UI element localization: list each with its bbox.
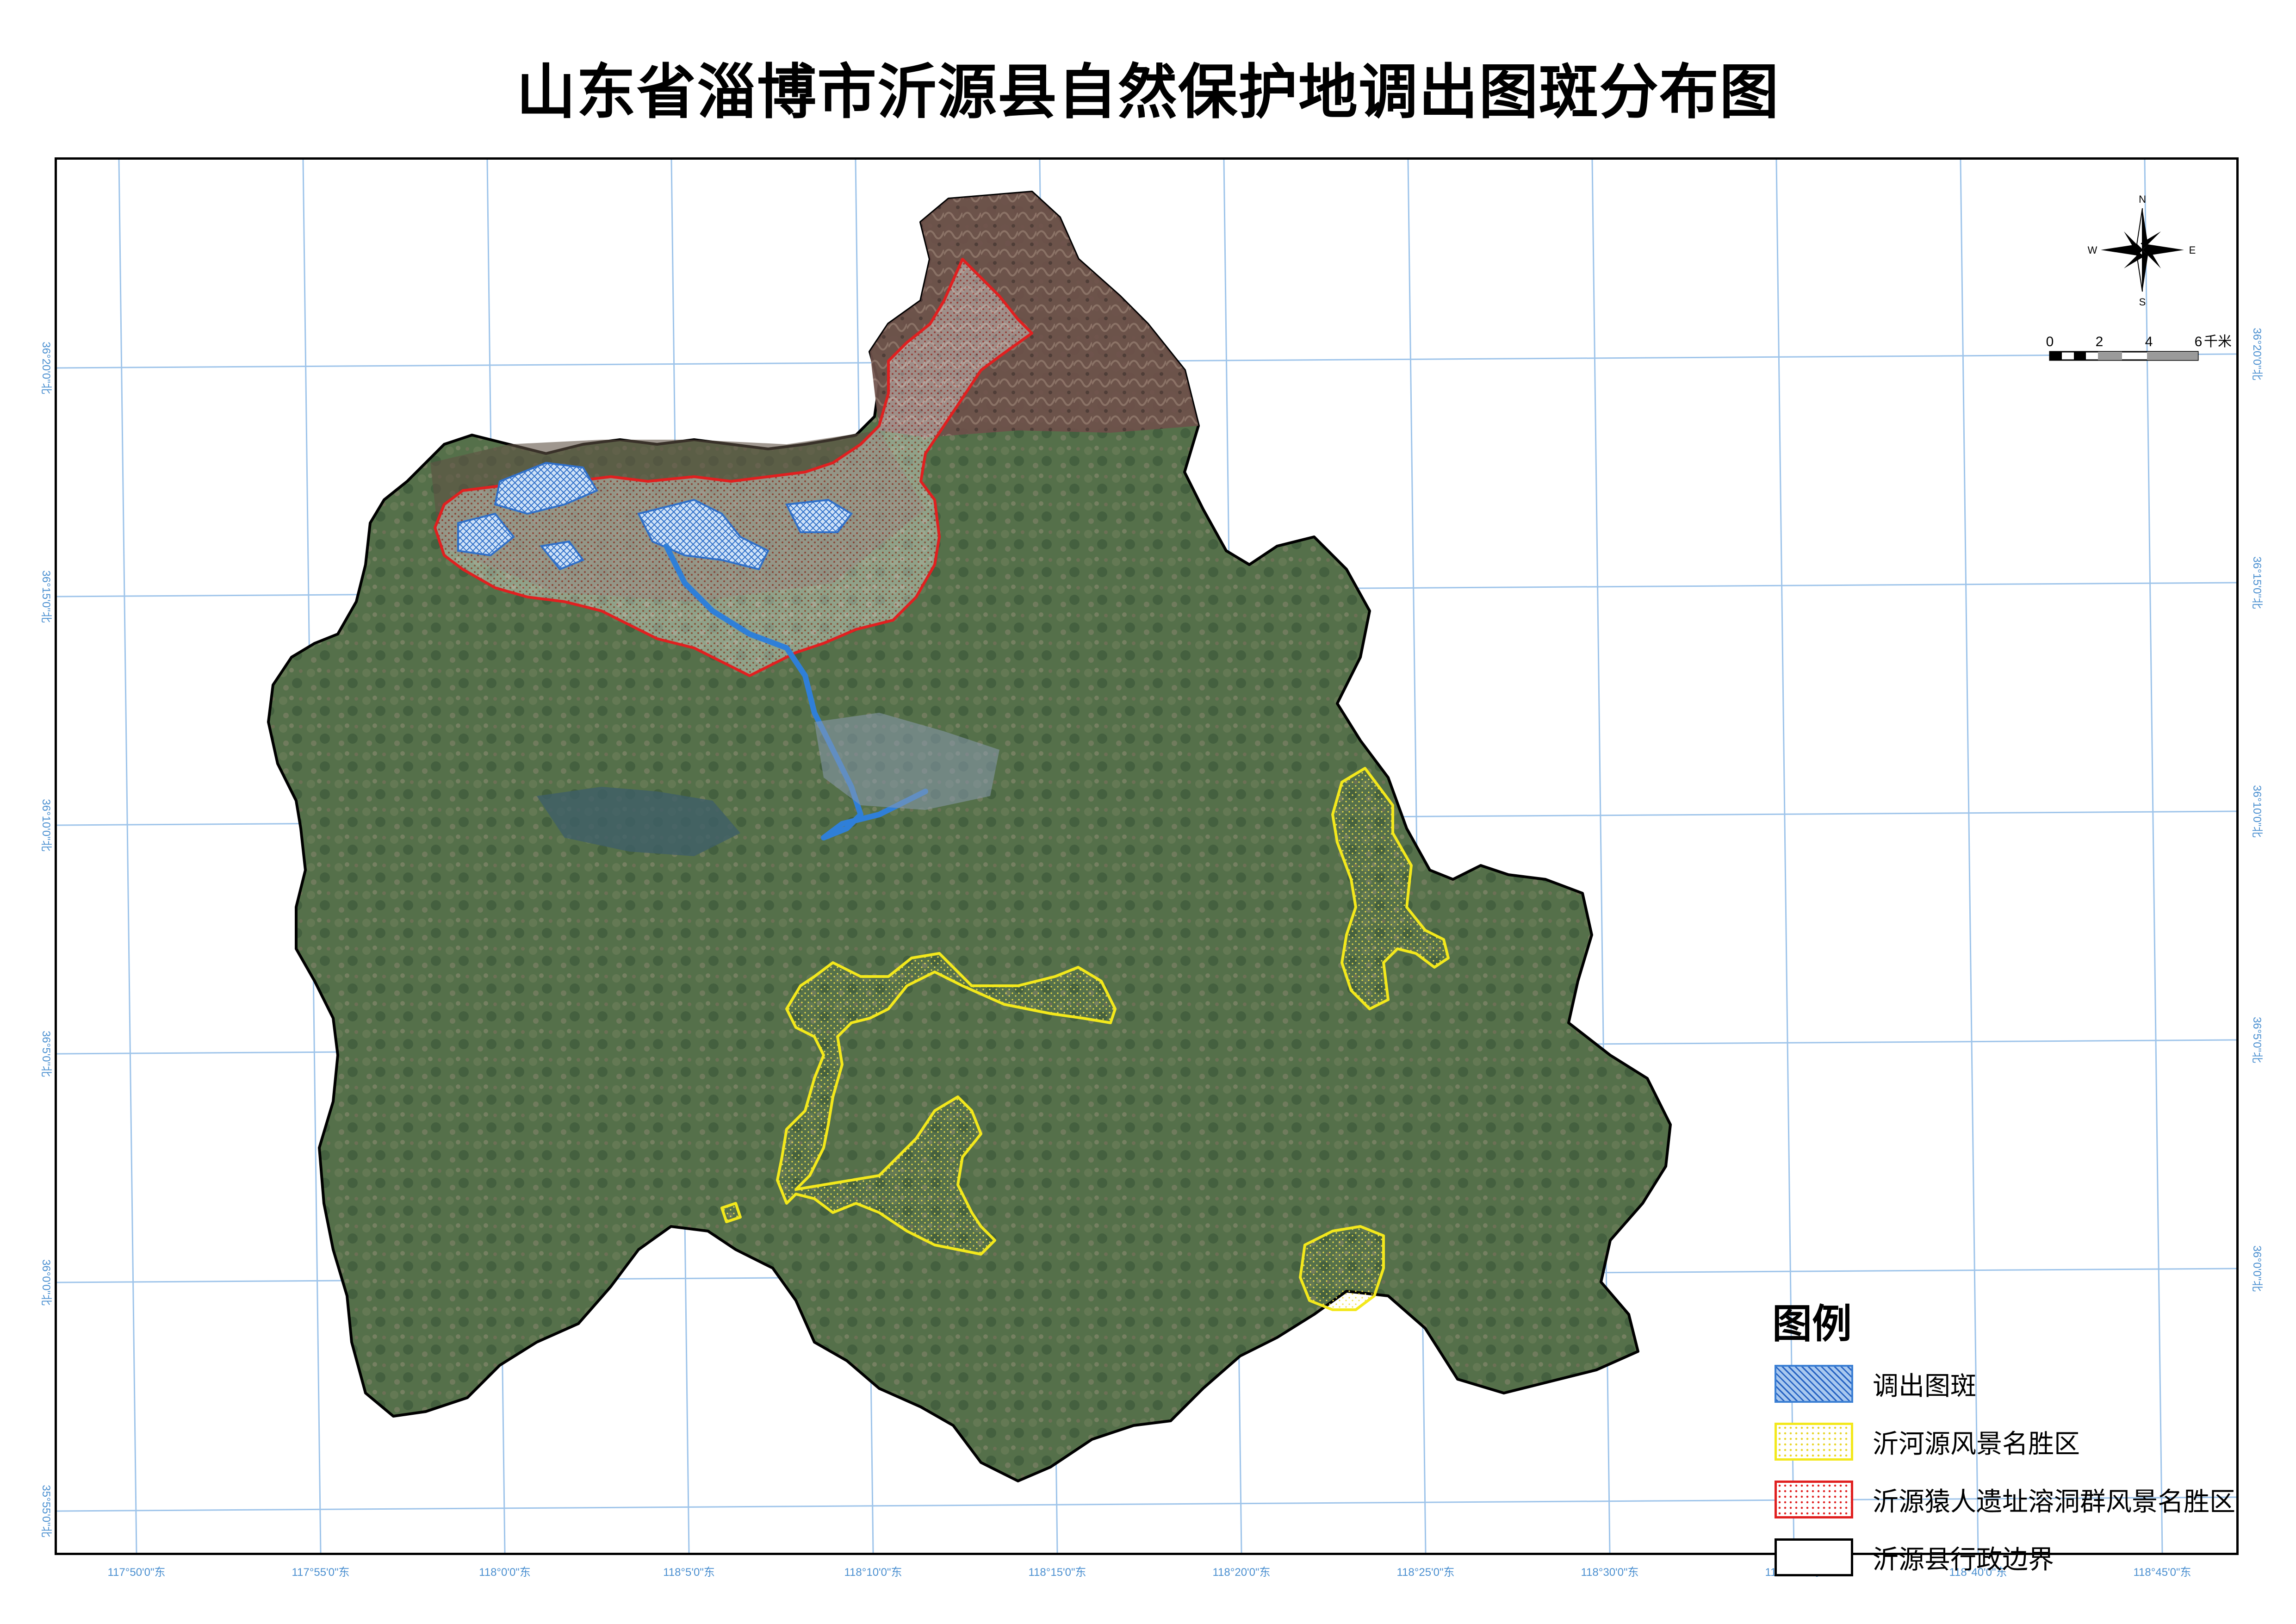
- meridian-label: 118°10'0"东: [844, 1566, 902, 1579]
- legend-item-yiheyuan: 沂河源风景名胜区: [1775, 1419, 2080, 1465]
- parallel-label-left: 36°15'0"北: [40, 570, 52, 622]
- legend-title: 图例: [1772, 1301, 1852, 1347]
- legend-swatch-red: [1775, 1481, 1853, 1518]
- scale-bar: 0 2 4 6 千米: [2046, 334, 2232, 361]
- compass-s: S: [2139, 296, 2146, 308]
- scale-unit: 千米: [2204, 334, 2232, 349]
- legend-label-yuanren: 沂源猿人遗址溶洞群风景名胜区: [1873, 1487, 2235, 1517]
- legend-item-boundary: 沂源县行政边界: [1775, 1534, 2054, 1580]
- scale-label-2: 2: [2096, 334, 2104, 349]
- parallel-label-left: 35°55'0"北: [40, 1485, 52, 1537]
- meridian-label: 118°5'0"东: [663, 1566, 715, 1579]
- meridian-label: 118°25'0"东: [1396, 1566, 1454, 1579]
- meridian-label: 118°15'0"东: [1028, 1566, 1086, 1579]
- north-arrow: N S E W: [2088, 193, 2196, 308]
- legend-label-boundary: 沂源县行政边界: [1873, 1544, 2054, 1575]
- parallel-label-left: 36°10'0"北: [40, 799, 52, 851]
- legend-swatch-yellow: [1775, 1423, 1853, 1461]
- parallel-label-left: 36°20'0"北: [40, 342, 52, 394]
- legend-item-removed: 调出图斑: [1775, 1361, 1976, 1407]
- legend-swatch-crosshatch: [1775, 1365, 1853, 1403]
- scale-label-6: 6: [2195, 334, 2203, 349]
- compass-w: W: [2088, 244, 2097, 256]
- meridian-label: 117°55'0"东: [292, 1566, 349, 1579]
- legend-item-yuanren: 沂源猿人遗址溶洞群风景名胜区: [1775, 1476, 2235, 1523]
- meridian-label: 118°0'0"东: [479, 1566, 531, 1579]
- parallel-label-right: 36°5'0"北: [2251, 1017, 2263, 1063]
- parallel-label-right: 36°20'0"北: [2251, 328, 2263, 380]
- meridian-label: 117°50'0"东: [107, 1566, 165, 1579]
- compass-e: E: [2189, 244, 2196, 256]
- scale-label-0: 0: [2046, 334, 2054, 349]
- legend-label-yiheyuan: 沂河源风景名胜区: [1873, 1429, 2080, 1459]
- parallel-label-right: 36°15'0"北: [2251, 556, 2263, 609]
- parallel-label-right: 36°0'0"北: [2251, 1245, 2263, 1292]
- parallel-label-left: 36°5'0"北: [40, 1031, 52, 1077]
- legend-label-removed: 调出图斑: [1873, 1371, 1976, 1401]
- scale-label-4: 4: [2145, 334, 2153, 349]
- legend-swatch-boundary: [1775, 1538, 1853, 1576]
- parallel-label-left: 36°0'0"北: [40, 1259, 52, 1306]
- parallel-label-right: 36°10'0"北: [2251, 785, 2263, 837]
- compass-n: N: [2139, 193, 2146, 205]
- meridian-label: 118°45'0"东: [2133, 1566, 2191, 1579]
- meridian-label: 118°30'0"东: [1581, 1566, 1638, 1579]
- meridian-label: 118°20'0"东: [1212, 1566, 1270, 1579]
